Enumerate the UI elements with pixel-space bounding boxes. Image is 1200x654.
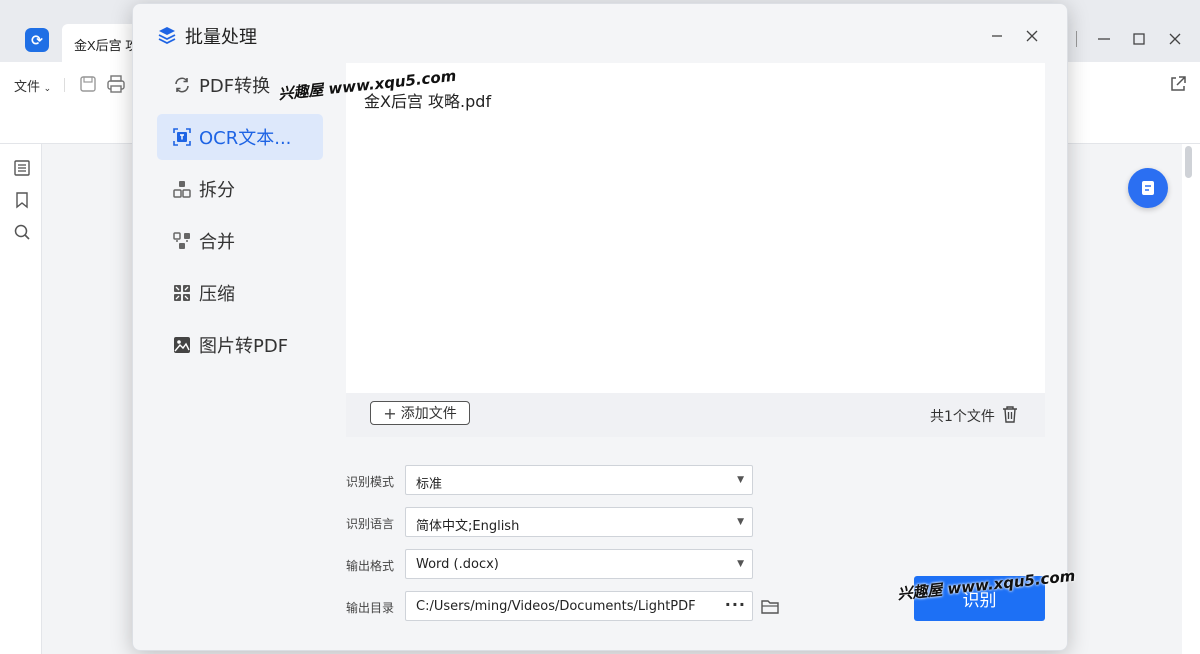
recognition-language-label: 识别语言	[346, 517, 395, 531]
recognition-language-value: 简体中文;English	[416, 519, 520, 534]
file-count: 共1个文件	[930, 409, 995, 425]
recognition-mode-value: 标准	[416, 477, 443, 492]
minimize-icon	[992, 35, 1002, 37]
minimize-window-button[interactable]	[1089, 26, 1119, 52]
file-menu[interactable]: 文件 ⌄	[14, 76, 51, 95]
file-menu-label: 文件	[14, 79, 41, 94]
batch-processing-dialog: 批量处理 PDF转换 OCR文本... 拆分 合并 压缩 图片转PDF 金X后宫…	[132, 3, 1068, 651]
document-icon	[1142, 181, 1154, 195]
close-window-button[interactable]	[1160, 26, 1190, 52]
ocr-icon	[173, 128, 191, 146]
print-icon[interactable]	[106, 74, 126, 94]
close-icon	[1169, 33, 1181, 45]
caret-down-icon: ▼	[737, 517, 744, 527]
output-format-label: 输出格式	[346, 559, 395, 573]
maximize-icon	[1133, 33, 1145, 45]
caret-down-icon: ▼	[737, 475, 744, 485]
dialog-close-button[interactable]	[1018, 22, 1046, 50]
scrollbar-thumb[interactable]	[1185, 146, 1192, 178]
caret-down-icon: ▼	[737, 559, 744, 569]
nav-item-image-to-pdf[interactable]: 图片转PDF	[157, 322, 323, 368]
batch-nav: PDF转换 OCR文本... 拆分 合并 压缩 图片转PDF	[157, 62, 323, 374]
image-to-pdf-icon	[173, 336, 191, 354]
nav-item-compress[interactable]: 压缩	[157, 270, 323, 316]
outline-icon[interactable]	[12, 158, 32, 178]
ai-assistant-button[interactable]	[1128, 168, 1168, 208]
convert-icon	[173, 76, 191, 94]
plus-icon: +	[383, 403, 397, 423]
folder-icon[interactable]	[761, 599, 779, 615]
nav-label: OCR文本...	[199, 128, 292, 149]
file-list[interactable]: 金X后宫 攻略.pdf	[346, 63, 1045, 393]
merge-icon	[173, 232, 191, 250]
minimize-icon	[1098, 38, 1110, 40]
open-external-icon[interactable]	[1168, 74, 1188, 94]
add-file-label: 添加文件	[400, 406, 457, 422]
nav-item-split[interactable]: 拆分	[157, 166, 323, 212]
recognition-mode-label: 识别模式	[346, 475, 395, 489]
search-icon[interactable]	[12, 222, 32, 242]
save-icon[interactable]	[78, 74, 98, 94]
vertical-scrollbar[interactable]	[1182, 144, 1200, 654]
dialog-title: 批量处理	[185, 27, 257, 48]
output-directory-field[interactable]: C:/Users/ming/Videos/Documents/LightPDF …	[405, 591, 753, 621]
file-list-footer: + 添加文件 共1个文件	[346, 393, 1045, 437]
nav-label: 拆分	[199, 180, 235, 201]
trash-icon[interactable]	[1002, 405, 1018, 423]
nav-item-merge[interactable]: 合并	[157, 218, 323, 264]
output-format-value: Word (.docx)	[416, 557, 499, 572]
more-icon[interactable]: ···	[725, 595, 746, 614]
bookmark-icon[interactable]	[12, 190, 32, 210]
chevron-down-icon: ⌄	[43, 83, 52, 93]
close-icon	[1026, 30, 1038, 42]
compress-icon	[173, 284, 191, 302]
nav-label: 压缩	[199, 284, 235, 305]
nav-item-ocr[interactable]: OCR文本...	[157, 114, 323, 160]
recognition-mode-select[interactable]: 标准 ▼	[405, 465, 753, 495]
output-directory-label: 输出目录	[346, 601, 395, 615]
app-logo-icon: ⟳	[25, 28, 49, 52]
toolbar-divider	[64, 78, 65, 92]
layers-icon	[158, 27, 176, 45]
maximize-window-button[interactable]	[1124, 26, 1154, 52]
nav-label: 图片转PDF	[199, 336, 289, 357]
split-icon	[173, 180, 191, 198]
window-control-divider	[1076, 31, 1077, 47]
add-file-button[interactable]: + 添加文件	[370, 401, 470, 425]
left-rail	[0, 144, 42, 654]
nav-label: 合并	[199, 232, 235, 253]
recognition-language-select[interactable]: 简体中文;English ▼	[405, 507, 753, 537]
nav-label: PDF转换	[199, 76, 271, 97]
output-format-select[interactable]: Word (.docx) ▼	[405, 549, 753, 579]
dialog-minimize-button[interactable]	[983, 22, 1011, 50]
output-directory-value: C:/Users/ming/Videos/Documents/LightPDF	[416, 599, 696, 614]
